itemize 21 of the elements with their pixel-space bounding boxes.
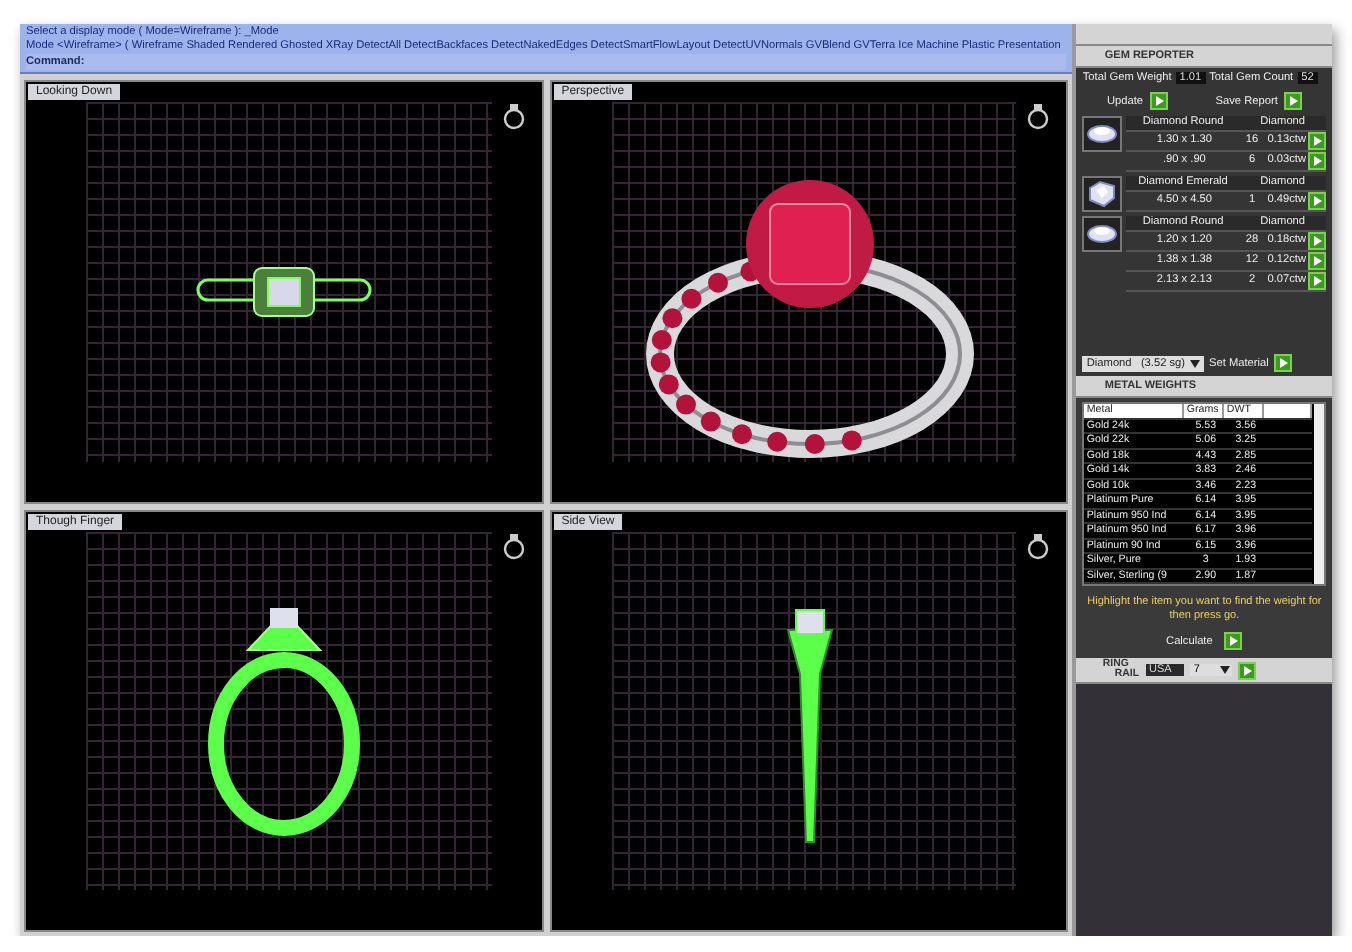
gem-icon xyxy=(1089,180,1116,208)
scrollbar[interactable] xyxy=(1314,404,1324,584)
set-material-button[interactable] xyxy=(1274,354,1293,372)
ring-icon xyxy=(1028,104,1049,130)
save-report-button[interactable] xyxy=(1283,92,1302,110)
ring-icon xyxy=(503,104,524,130)
calculate-button[interactable] xyxy=(1224,632,1243,650)
update-button[interactable] xyxy=(1149,92,1168,110)
caret-icon xyxy=(1219,666,1230,674)
row-go-button[interactable] xyxy=(1308,152,1326,170)
row-go-button[interactable] xyxy=(1308,252,1326,270)
row-go-button[interactable] xyxy=(1308,272,1326,290)
caret-icon xyxy=(1189,359,1200,367)
row-go-button[interactable] xyxy=(1308,232,1326,250)
gem-icon xyxy=(1087,225,1118,243)
gem-icon xyxy=(1087,125,1118,143)
row-go-button[interactable] xyxy=(1308,192,1326,210)
ring-icon xyxy=(1028,533,1049,559)
row-go-button[interactable] xyxy=(1308,132,1326,150)
ring-icon xyxy=(503,533,524,559)
ring-rail-go-button[interactable] xyxy=(1237,661,1256,679)
